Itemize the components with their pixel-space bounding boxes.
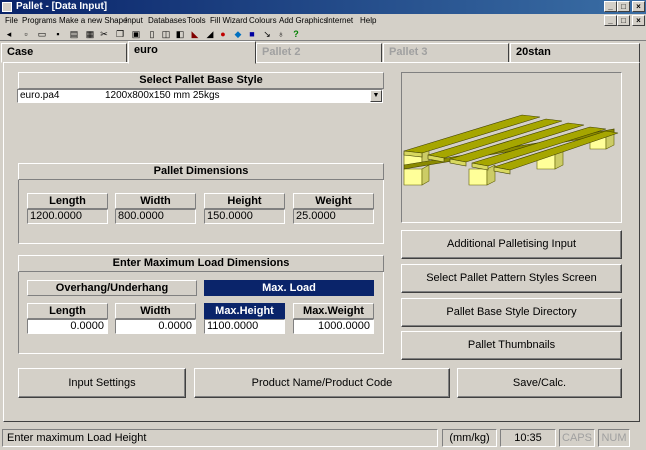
chevron-down-icon[interactable]: ▼ <box>370 90 382 102</box>
dim-height-value: 150.0000 <box>204 209 285 224</box>
status-message: Enter maximum Load Height <box>2 429 438 447</box>
app-icon[interactable] <box>2 2 12 12</box>
load-length-label: Length <box>27 303 108 319</box>
status-time: 10:35 <box>500 429 556 447</box>
menu-tools[interactable]: Tools <box>187 14 206 27</box>
title-bar: Pallet - [Data Input] _ □ × <box>0 0 646 14</box>
page-icon[interactable]: ▯ <box>147 29 157 39</box>
lightbulb-icon[interactable]: ♁ <box>276 29 286 39</box>
menu-input[interactable]: Input <box>125 14 143 27</box>
dim-height-label: Height <box>204 193 285 209</box>
mdi-restore-button[interactable]: □ <box>617 15 630 26</box>
menu-make-shape[interactable]: Make a new Shape <box>59 14 128 27</box>
pallet-thumbnails-button[interactable]: Pallet Thumbnails <box>401 331 622 360</box>
tab-pallet-3[interactable]: Pallet 3 <box>383 43 509 63</box>
minimize-button[interactable]: _ <box>604 1 617 12</box>
close-button[interactable]: × <box>632 1 645 12</box>
copy-icon[interactable]: ❐ <box>115 29 125 39</box>
back-icon[interactable]: ◂ <box>4 29 14 39</box>
max-load-label: Max. Load <box>204 280 374 296</box>
menu-add-graphics[interactable]: Add Graphics <box>279 14 327 27</box>
load-width-input[interactable]: 0.0000 <box>115 319 196 334</box>
base-style-select[interactable]: euro.pa4 1200x800x150 mm 25kgs ▼ <box>17 89 383 103</box>
base-style-name: euro.pa4 <box>20 90 60 101</box>
max-height-label: Max.Height <box>204 303 285 319</box>
max-weight-label: Max.Weight <box>293 303 374 319</box>
pallet-preview <box>401 72 622 223</box>
status-caps: CAPS <box>559 429 595 447</box>
mdi-minimize-button[interactable]: _ <box>604 15 617 26</box>
product-name-button[interactable]: Product Name/Product Code <box>194 368 450 398</box>
book-icon[interactable]: ■ <box>247 29 257 39</box>
pointer-icon[interactable]: ↘ <box>262 29 272 39</box>
menu-programs[interactable]: Programs <box>22 14 57 27</box>
mdi-close-button[interactable]: × <box>632 15 645 26</box>
max-height-input[interactable]: 1100.0000 <box>204 319 285 334</box>
tab-pallet-2[interactable]: Pallet 2 <box>256 43 382 63</box>
box-icon[interactable]: ◫ <box>161 29 171 39</box>
open-icon[interactable]: ▭ <box>37 29 47 39</box>
base-style-header: Select Pallet Base Style <box>18 72 384 89</box>
tab-strip: Case euro Pallet 2 Pallet 3 20stan <box>0 41 646 64</box>
menu-fill-wizard[interactable]: Fill Wizard <box>210 14 247 27</box>
base-style-directory-button[interactable]: Pallet Base Style Directory <box>401 298 622 327</box>
menu-databases[interactable]: Databases <box>148 14 186 27</box>
load-length-input[interactable]: 0.0000 <box>27 319 108 334</box>
status-num: NUM <box>598 429 630 447</box>
max-weight-input[interactable]: 1000.0000 <box>293 319 374 334</box>
dim-length-value: 1200.0000 <box>27 209 108 224</box>
colour-icon[interactable]: ● <box>218 29 228 39</box>
save-calc-button[interactable]: Save/Calc. <box>457 368 622 398</box>
load-width-label: Width <box>115 303 196 319</box>
tab-euro[interactable]: euro <box>128 41 256 64</box>
overhang-label: Overhang/Underhang <box>27 280 197 296</box>
status-bar: Enter maximum Load Height (mm/kg) 10:35 … <box>0 426 646 450</box>
dimensions-header: Pallet Dimensions <box>18 163 384 180</box>
menu-internet[interactable]: Internet <box>326 14 353 27</box>
menu-colours[interactable]: Colours <box>249 14 277 27</box>
cube-icon[interactable]: ◆ <box>233 29 243 39</box>
help-icon[interactable]: ? <box>291 29 301 39</box>
dim-width-value: 800.0000 <box>115 209 196 224</box>
wand-icon[interactable]: ◢ <box>205 29 215 39</box>
additional-palletising-button[interactable]: Additional Palletising Input <box>401 230 622 259</box>
dim-length-label: Length <box>27 193 108 209</box>
tab-case[interactable]: Case <box>1 43 127 63</box>
pallet-3d-image <box>403 114 619 186</box>
input-settings-button[interactable]: Input Settings <box>18 368 186 398</box>
status-units: (mm/kg) <box>442 429 497 447</box>
menu-bar: File Programs Make a new Shape Input Dat… <box>0 14 646 27</box>
paste-icon[interactable]: ▣ <box>131 29 141 39</box>
window-title: Pallet - [Data Input] <box>16 1 108 12</box>
tool-icon[interactable]: ◧ <box>175 29 185 39</box>
dim-weight-value: 25.0000 <box>293 209 374 224</box>
cut-icon[interactable]: ✂ <box>99 29 109 39</box>
fill-icon[interactable]: ◣ <box>190 29 200 39</box>
maximize-button[interactable]: □ <box>617 1 630 12</box>
print-icon[interactable]: ▤ <box>69 29 79 39</box>
print-preview-icon[interactable]: ▦ <box>85 29 95 39</box>
menu-help[interactable]: Help <box>360 14 376 27</box>
save-icon[interactable]: ▪ <box>53 29 63 39</box>
new-icon[interactable]: ▫ <box>21 29 31 39</box>
dim-weight-label: Weight <box>293 193 374 209</box>
dim-width-label: Width <box>115 193 196 209</box>
base-style-desc: 1200x800x150 mm 25kgs <box>105 90 220 101</box>
menu-file[interactable]: File <box>5 14 18 27</box>
tab-20stan[interactable]: 20stan <box>510 43 640 63</box>
max-load-header: Enter Maximum Load Dimensions <box>18 255 384 272</box>
toolbar: ◂ ▫ ▭ ▪ ▤ ▦ ✂ ❐ ▣ ▯ ◫ ◧ ◣ ◢ ● ◆ ■ ↘ ♁ ? <box>0 27 646 41</box>
pattern-styles-button[interactable]: Select Pallet Pattern Styles Screen <box>401 264 622 293</box>
